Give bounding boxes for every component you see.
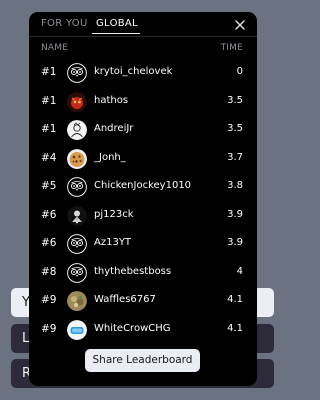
leaderboard-row: #8 thythebestboss 4 — [29, 259, 257, 288]
column-header-time: TIME — [220, 43, 243, 53]
active-tab-indicator — [92, 33, 140, 34]
leaderboard-row: #5 ChickenJockey1010 3.8 — [29, 173, 257, 202]
rank-label: #9 — [41, 294, 57, 306]
rank-label: #1 — [41, 123, 57, 135]
rank-label: #9 — [41, 322, 57, 335]
username: Az13YT — [94, 237, 132, 248]
rank-label: #1 — [41, 94, 57, 107]
sketch-avatar-icon — [67, 120, 87, 140]
username: _Jonh_ — [94, 151, 126, 163]
time-value: 3.8 — [227, 180, 243, 191]
leaderboard-row: #6 pj123ck 3.9 — [29, 202, 257, 231]
username: thythebestboss — [94, 265, 172, 277]
rank-label: #5 — [41, 180, 57, 192]
owl-avatar-icon — [67, 262, 87, 283]
time-value: 4.1 — [227, 294, 243, 305]
dark-avatar-icon — [67, 205, 87, 226]
rank-label: #6 — [41, 208, 57, 221]
leaderboard-modal: FOR YOU GLOBAL NAME TIME #1 krytoi_chelo… — [29, 12, 257, 386]
time-value: 3.7 — [227, 151, 243, 163]
leaderboard-row: #9 Waffles6767 4.1 — [29, 287, 257, 316]
share-leaderboard-button[interactable]: Share Leaderboard — [85, 349, 200, 372]
header-divider — [29, 36, 257, 37]
owl-avatar-icon — [67, 177, 87, 197]
username: krytoi_chelovek — [94, 66, 173, 77]
owl-avatar-icon — [67, 234, 87, 254]
rank-label: #1 — [41, 66, 57, 78]
tab-global[interactable]: GLOBAL — [96, 18, 138, 29]
leaderboard-list: #1 krytoi_chelovek 0 #1 hathos 3.5 #1 An… — [29, 59, 257, 344]
time-value: 3.9 — [227, 237, 243, 248]
time-value: 3.5 — [227, 94, 243, 106]
time-value: 3.5 — [227, 123, 243, 134]
leaderboard-row: #6 Az13YT 3.9 — [29, 230, 257, 259]
column-header-name: NAME — [41, 43, 69, 53]
rank-label: #8 — [41, 265, 57, 278]
red-avatar-icon — [67, 91, 87, 112]
username: AndreiJr — [94, 123, 134, 134]
owl-avatar-icon — [67, 63, 87, 83]
username: hathos — [94, 94, 129, 106]
close-icon[interactable] — [232, 17, 248, 33]
rank-label: #4 — [41, 151, 57, 164]
leaderboard-row: #9 WhiteCrowCHG 4.1 — [29, 316, 257, 345]
tab-bar: FOR YOU GLOBAL — [29, 12, 257, 36]
tab-for-you[interactable]: FOR YOU — [41, 18, 88, 29]
time-value: 3.9 — [227, 208, 243, 220]
time-value: 4.1 — [227, 322, 243, 334]
leaderboard-row: #4 _Jonh_ 3.7 — [29, 145, 257, 174]
cookie-avatar-icon — [67, 148, 87, 169]
photo-avatar-icon — [67, 291, 87, 311]
blue-avatar-icon — [67, 319, 87, 340]
username: ChickenJockey1010 — [94, 180, 192, 191]
username: WhiteCrowCHG — [94, 322, 171, 334]
time-value: 0 — [236, 66, 243, 77]
username: Waffles6767 — [94, 294, 156, 305]
leaderboard-row: #1 AndreiJr 3.5 — [29, 116, 257, 145]
username: pj123ck — [94, 208, 134, 220]
time-value: 4 — [236, 265, 243, 277]
leaderboard-row: #1 krytoi_chelovek 0 — [29, 59, 257, 88]
leaderboard-row: #1 hathos 3.5 — [29, 88, 257, 117]
rank-label: #6 — [41, 237, 57, 249]
